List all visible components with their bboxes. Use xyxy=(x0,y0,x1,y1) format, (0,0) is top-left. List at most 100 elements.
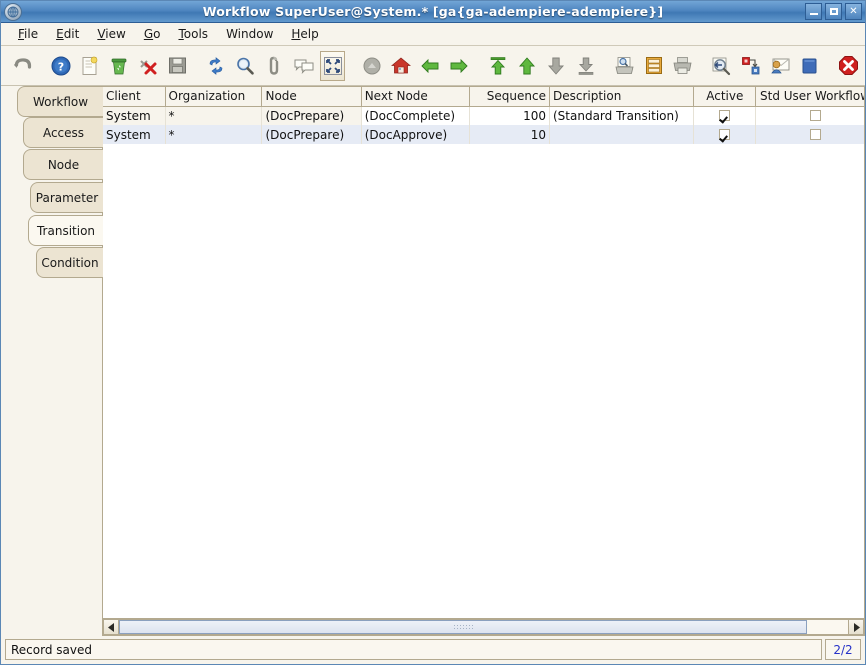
sidebar-item-label: Workflow xyxy=(33,95,88,109)
menu-help[interactable]: Help xyxy=(282,25,327,43)
close-button[interactable]: ✕ xyxy=(845,3,862,20)
sidebar-item-parameter[interactable]: Parameter xyxy=(30,182,103,213)
menu-file[interactable]: File xyxy=(9,25,47,43)
menu-tools[interactable]: Tools xyxy=(169,25,217,43)
sidebar-item-label: Parameter xyxy=(36,191,98,205)
cell-node[interactable]: (DocPrepare) xyxy=(262,106,361,125)
grid-toggle-icon[interactable] xyxy=(320,51,345,81)
cell-organization[interactable]: * xyxy=(165,125,262,144)
menu-window[interactable]: Window xyxy=(217,25,282,43)
menu-go[interactable]: Go xyxy=(135,25,170,43)
attachment-icon[interactable] xyxy=(262,51,287,81)
title-bar[interactable]: Workflow SuperUser@System.* [ga{ga-ademp… xyxy=(1,1,865,23)
print-icon[interactable] xyxy=(670,51,695,81)
next-record-icon[interactable] xyxy=(447,51,472,81)
cell-active[interactable] xyxy=(694,106,756,125)
cell-client[interactable]: System xyxy=(103,125,165,144)
sidebar-item-node[interactable]: Node xyxy=(23,149,103,180)
tab-strip: Workflow Access Node Parameter Transitio… xyxy=(1,86,103,636)
sidebar-item-access[interactable]: Access xyxy=(23,117,103,148)
home-icon[interactable] xyxy=(388,51,413,81)
cell-description[interactable]: (Standard Transition) xyxy=(549,106,693,125)
window-controls: ✕ xyxy=(805,3,862,20)
scroll-right-arrow-icon[interactable] xyxy=(848,619,864,635)
menu-bar: File Edit View Go Tools Window Help xyxy=(1,23,865,46)
history-icon[interactable] xyxy=(359,51,384,81)
first-record-icon[interactable] xyxy=(486,51,511,81)
cell-active[interactable] xyxy=(694,125,756,144)
transition-table: Client Organization Node Next Node Seque… xyxy=(103,87,864,144)
active-workflow-icon[interactable] xyxy=(739,51,764,81)
table-header-row: Client Organization Node Next Node Seque… xyxy=(103,87,864,106)
checkbox-active-checked[interactable] xyxy=(719,110,730,121)
column-header-client[interactable]: Client xyxy=(103,87,165,106)
cell-description[interactable] xyxy=(549,125,693,144)
table-row[interactable]: System * (DocPrepare) (DocApprove) 10 xyxy=(103,125,864,144)
cell-std-user-workflow[interactable] xyxy=(756,125,864,144)
horizontal-scrollbar[interactable] xyxy=(103,618,864,635)
save-icon[interactable] xyxy=(165,51,190,81)
menu-view[interactable]: View xyxy=(88,25,134,43)
cell-node[interactable]: (DocPrepare) xyxy=(262,125,361,144)
minimize-button[interactable] xyxy=(805,3,822,20)
help-icon[interactable]: ? xyxy=(48,51,73,81)
column-header-node[interactable]: Node xyxy=(262,87,361,106)
sidebar-item-label: Condition xyxy=(41,256,98,270)
cell-std-user-workflow[interactable] xyxy=(756,106,864,125)
parent-record-icon[interactable] xyxy=(515,51,540,81)
scroll-grip-icon xyxy=(453,624,473,631)
sidebar-item-workflow[interactable]: Workflow xyxy=(17,86,103,117)
new-record-icon[interactable] xyxy=(77,51,102,81)
scroll-left-arrow-icon[interactable] xyxy=(103,619,119,635)
cell-organization[interactable]: * xyxy=(165,106,262,125)
scrollbar-thumb[interactable] xyxy=(119,620,807,634)
grid-panel: Client Organization Node Next Node Seque… xyxy=(103,86,865,636)
grid-scroll-viewport[interactable]: Client Organization Node Next Node Seque… xyxy=(103,87,864,618)
checkbox-std-user-workflow-unchecked[interactable] xyxy=(810,110,821,121)
exit-icon[interactable] xyxy=(836,51,861,81)
column-header-description[interactable]: Description xyxy=(549,87,693,106)
cell-sequence[interactable]: 100 xyxy=(469,106,549,125)
toolbar: ? xyxy=(1,46,865,86)
undo-icon[interactable] xyxy=(9,51,34,81)
column-header-organization[interactable]: Organization xyxy=(165,87,262,106)
report-icon[interactable] xyxy=(641,51,666,81)
product-info-icon[interactable] xyxy=(797,51,822,81)
detail-record-icon[interactable] xyxy=(544,51,569,81)
cell-next-node[interactable]: (DocComplete) xyxy=(361,106,469,125)
column-header-active[interactable]: Active xyxy=(694,87,756,106)
last-record-icon[interactable] xyxy=(573,51,598,81)
svg-text:?: ? xyxy=(57,60,63,73)
zoom-across-icon[interactable] xyxy=(709,51,734,81)
maximize-button[interactable] xyxy=(825,3,842,20)
previous-record-icon[interactable] xyxy=(417,51,442,81)
sidebar-item-label: Node xyxy=(48,158,79,172)
table-row[interactable]: System * (DocPrepare) (DocComplete) 100 … xyxy=(103,106,864,125)
print-preview-icon[interactable] xyxy=(612,51,637,81)
menu-edit[interactable]: Edit xyxy=(47,25,88,43)
content-area: Workflow Access Node Parameter Transitio… xyxy=(1,86,865,636)
cell-client[interactable]: System xyxy=(103,106,165,125)
column-header-next-node[interactable]: Next Node xyxy=(361,87,469,106)
delete-selection-icon[interactable] xyxy=(135,51,160,81)
sidebar-item-condition[interactable]: Condition xyxy=(36,247,103,278)
app-globe-icon[interactable] xyxy=(4,3,22,21)
status-message: Record saved xyxy=(5,639,822,660)
status-bar: Record saved 2/2 xyxy=(5,639,861,660)
checkbox-std-user-workflow-unchecked[interactable] xyxy=(810,129,821,140)
scrollbar-track[interactable] xyxy=(119,619,848,635)
refresh-icon[interactable] xyxy=(204,51,229,81)
cell-sequence[interactable]: 10 xyxy=(469,125,549,144)
column-header-std-user-workflow[interactable]: Std User Workflow xyxy=(756,87,864,106)
chat-icon[interactable] xyxy=(291,51,316,81)
delete-icon[interactable] xyxy=(106,51,131,81)
cell-next-node[interactable]: (DocApprove) xyxy=(361,125,469,144)
sidebar-item-label: Transition xyxy=(37,224,95,238)
request-icon[interactable] xyxy=(768,51,793,81)
checkbox-active-checked[interactable] xyxy=(719,129,730,140)
record-count-indicator: 2/2 xyxy=(825,639,861,660)
window-title: Workflow SuperUser@System.* [ga{ga-ademp… xyxy=(1,1,865,23)
sidebar-item-transition[interactable]: Transition xyxy=(28,215,103,246)
find-icon[interactable] xyxy=(233,51,258,81)
column-header-sequence[interactable]: Sequence xyxy=(469,87,549,106)
